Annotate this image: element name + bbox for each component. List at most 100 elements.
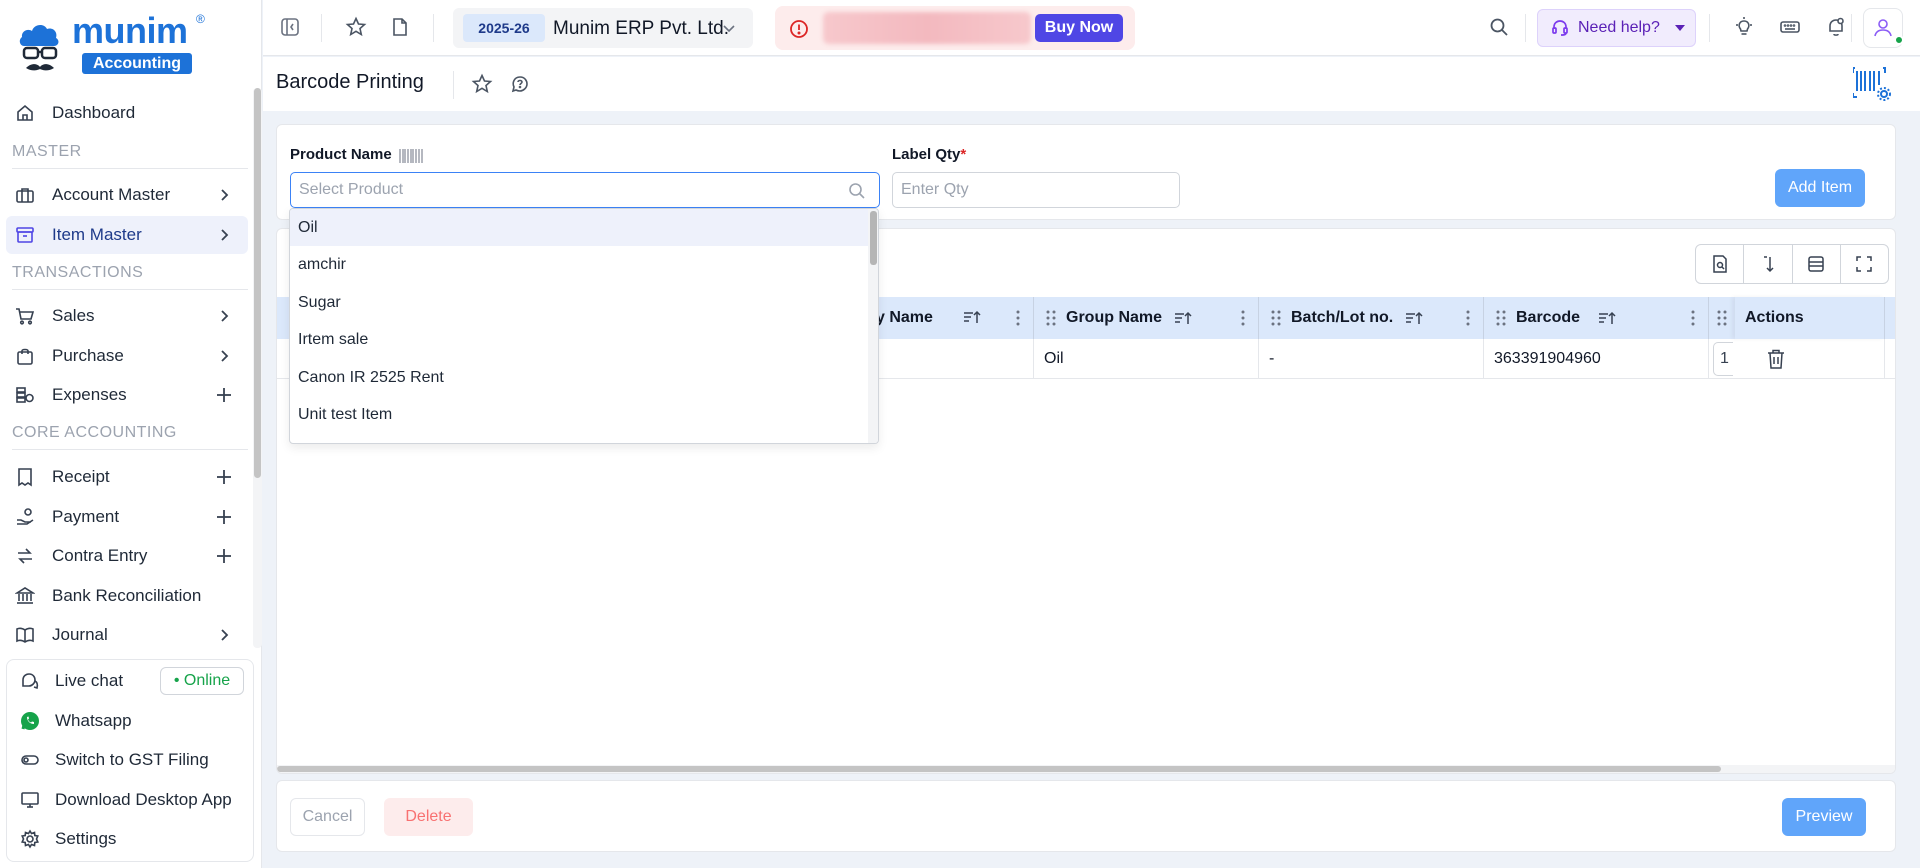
sidebar-item-journal[interactable]: Journal <box>6 616 248 654</box>
book-icon <box>14 624 36 646</box>
sidebar-item-account-master[interactable]: Account Master <box>6 176 248 214</box>
sort-icon[interactable] <box>963 309 981 325</box>
sidebar-scrollbar[interactable] <box>254 88 261 478</box>
chevron-down-icon <box>719 18 739 38</box>
financial-year-badge: 2025-26 <box>463 14 545 42</box>
dropdown-option[interactable]: Sugar <box>290 284 868 321</box>
product-search-input[interactable]: Select Product <box>290 172 880 208</box>
product-placeholder: Select Product <box>299 181 404 198</box>
sidebar-item-label: Item Master <box>52 225 142 244</box>
plus-icon[interactable] <box>214 507 234 527</box>
drag-handle-icon[interactable] <box>1715 309 1729 327</box>
sidebar-item-label: Expenses <box>52 385 127 404</box>
cell-batch: - <box>1259 339 1484 379</box>
dropdown-option[interactable]: Unit test Item <box>290 396 868 433</box>
column-barcode[interactable]: Barcode <box>1484 297 1709 339</box>
sidebar-item-bank-reconciliation[interactable]: Bank Reconciliation <box>6 577 248 615</box>
file-icon[interactable] <box>387 14 413 40</box>
top-bar: 2025-26 Munim ERP Pvt. Ltd. Buy Now Need… <box>263 0 1920 56</box>
column-menu-icon[interactable] <box>1690 309 1696 327</box>
alert-circle-icon <box>789 19 809 39</box>
column-menu-icon[interactable] <box>1465 309 1471 327</box>
need-help-button[interactable]: Need help? <box>1537 9 1696 47</box>
favorite-star-icon[interactable] <box>469 71 495 97</box>
add-item-button[interactable]: Add Item <box>1775 169 1865 207</box>
chat-icon <box>19 670 41 692</box>
delete-button[interactable]: Delete <box>384 798 473 836</box>
sidebar-item-sales[interactable]: Sales <box>6 297 248 335</box>
dropdown-option[interactable]: Irtem sale <box>290 321 868 358</box>
scroll-thumb[interactable] <box>870 211 877 265</box>
whatsapp-link[interactable]: Whatsapp <box>19 706 132 736</box>
plus-icon[interactable] <box>214 385 234 405</box>
dropdown-scrollbar[interactable] <box>868 209 878 443</box>
page-title: Barcode Printing <box>276 71 424 93</box>
qty-placeholder: Enter Qty <box>901 181 969 198</box>
search-records-icon[interactable] <box>1696 245 1745 283</box>
sidebar-item-label: Account Master <box>52 185 171 204</box>
sort-icon[interactable] <box>1174 310 1192 326</box>
buy-now-button[interactable]: Buy Now <box>1035 14 1123 42</box>
live-chat-link[interactable]: Live chat <box>19 666 123 696</box>
user-avatar[interactable] <box>1863 8 1904 48</box>
fullscreen-icon[interactable] <box>1841 245 1888 283</box>
switch-gst-link[interactable]: Switch to GST Filing <box>19 745 209 775</box>
bell-icon[interactable] <box>1823 14 1849 40</box>
table-horizontal-scrollbar[interactable] <box>277 765 1895 773</box>
chevron-right-icon <box>214 225 234 245</box>
drag-handle-icon[interactable] <box>1494 309 1508 327</box>
product-name-label: Product Name <box>290 146 392 163</box>
cancel-button[interactable]: Cancel <box>290 798 365 836</box>
dropdown-option[interactable]: Canon IR 2525 Rent <box>290 359 868 396</box>
preview-button[interactable]: Preview <box>1782 798 1866 836</box>
scroll-thumb[interactable] <box>277 766 1721 772</box>
sort-column-icon[interactable] <box>1744 245 1793 283</box>
column-batch-lot[interactable]: Batch/Lot no. <box>1259 297 1484 339</box>
qty-input[interactable]: 1 <box>1713 342 1733 376</box>
column-qty-partial[interactable] <box>1709 297 1735 339</box>
barcode-settings-icon[interactable] <box>1853 65 1893 105</box>
help-chat-icon[interactable] <box>507 71 533 97</box>
settings-link[interactable]: Settings <box>19 824 116 854</box>
company-selector[interactable]: 2025-26 Munim ERP Pvt. Ltd. <box>453 8 753 48</box>
sidebar-item-expenses[interactable]: Expenses <box>6 376 248 414</box>
density-icon[interactable] <box>1793 245 1841 283</box>
section-master: MASTER <box>12 143 82 160</box>
sidebar-item-contra-entry[interactable]: Contra Entry <box>6 537 248 575</box>
lightbulb-icon[interactable] <box>1731 14 1757 40</box>
form-footer: Cancel Delete Preview <box>276 780 1896 852</box>
download-desktop-link[interactable]: Download Desktop App <box>19 785 232 815</box>
sidebar-item-purchase[interactable]: Purchase <box>6 337 248 375</box>
receipt-icon <box>14 466 36 488</box>
column-group-name[interactable]: Group Name <box>1034 297 1259 339</box>
column-label: Batch/Lot no. <box>1291 309 1394 326</box>
sidebar-item-receipt[interactable]: Receipt <box>6 458 248 496</box>
sort-icon[interactable] <box>1598 310 1616 326</box>
chevron-right-icon <box>214 185 234 205</box>
search-icon[interactable] <box>1486 14 1512 40</box>
column-menu-icon[interactable] <box>1015 309 1021 327</box>
download-desktop-label: Download Desktop App <box>55 790 232 809</box>
payment-icon <box>14 506 36 528</box>
delete-row-icon[interactable] <box>1766 348 1786 370</box>
divider <box>1709 14 1710 42</box>
dropdown-option[interactable]: Oil <box>290 209 868 246</box>
label-qty-input[interactable]: Enter Qty <box>892 172 1180 208</box>
sidebar-item-item-master[interactable]: Item Master <box>6 216 248 254</box>
plus-icon[interactable] <box>214 546 234 566</box>
online-dot <box>1894 35 1904 45</box>
sidebar-item-dashboard[interactable]: Dashboard <box>6 94 248 132</box>
column-actions: Actions <box>1735 297 1885 339</box>
sort-icon[interactable] <box>1405 310 1423 326</box>
star-icon[interactable] <box>343 14 369 40</box>
sidebar-item-payment[interactable]: Payment <box>6 498 248 536</box>
drag-handle-icon[interactable] <box>1269 309 1283 327</box>
keyboard-icon[interactable] <box>1777 14 1803 40</box>
chevron-right-icon <box>214 346 234 366</box>
plus-icon[interactable] <box>214 467 234 487</box>
drag-handle-icon[interactable] <box>1044 309 1058 327</box>
settings-label: Settings <box>55 829 117 848</box>
column-menu-icon[interactable] <box>1240 309 1246 327</box>
dropdown-option[interactable]: amchir <box>290 246 868 283</box>
sidebar-toggle-icon[interactable] <box>277 14 303 40</box>
